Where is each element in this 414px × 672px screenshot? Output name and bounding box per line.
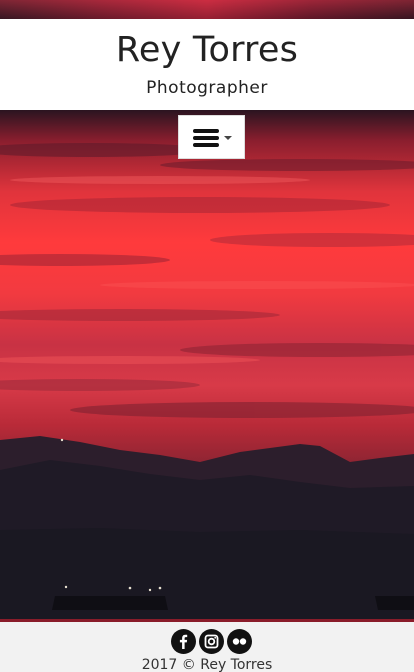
flickr-icon bbox=[232, 638, 247, 645]
site-header: Rey Torres Photographer bbox=[0, 19, 414, 110]
hero-image-top-strip bbox=[0, 0, 414, 19]
social-links bbox=[171, 629, 253, 655]
sunset-landscape bbox=[0, 143, 414, 620]
site-footer: 2017 © Rey Torres bbox=[0, 622, 414, 672]
site-subtitle: Photographer bbox=[146, 78, 268, 98]
hero-image bbox=[0, 110, 414, 620]
facebook-icon bbox=[179, 634, 188, 649]
hamburger-menu-icon bbox=[193, 129, 219, 147]
nav-menu-toggle-button[interactable] bbox=[178, 115, 245, 159]
instagram-link[interactable] bbox=[199, 629, 224, 654]
copyright-text: 2017 © Rey Torres bbox=[141, 657, 273, 672]
flickr-link[interactable] bbox=[227, 629, 252, 654]
caret-down-icon bbox=[224, 136, 232, 140]
site-title[interactable]: Rey Torres bbox=[0, 29, 414, 71]
instagram-icon bbox=[204, 634, 219, 649]
facebook-link[interactable] bbox=[171, 629, 196, 654]
